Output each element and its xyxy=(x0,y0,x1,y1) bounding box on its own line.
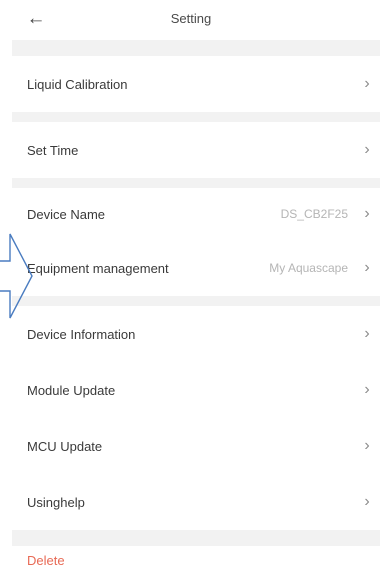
liquid-calibration-row[interactable]: Liquid Calibration › xyxy=(12,56,382,112)
mcu-update-row[interactable]: MCU Update › xyxy=(12,418,382,474)
chevron-right-icon: › xyxy=(364,205,370,222)
chevron-right-icon: › xyxy=(364,493,370,510)
chevron-right-icon: › xyxy=(364,381,370,398)
liquid-calibration-label: Liquid Calibration xyxy=(27,76,128,92)
device-name-row[interactable]: Device Name DS_CB2F25 › xyxy=(12,188,382,240)
chevron-right-icon: › xyxy=(364,259,370,276)
section-divider xyxy=(12,178,380,188)
module-update-row[interactable]: Module Update › xyxy=(12,362,382,418)
section-divider xyxy=(12,530,380,546)
annotation-arrow-icon xyxy=(0,233,33,319)
device-information-row[interactable]: Device Information › xyxy=(12,306,382,362)
set-time-label: Set Time xyxy=(27,142,79,158)
chevron-right-icon: › xyxy=(364,437,370,454)
section-divider xyxy=(12,296,380,306)
module-update-label: Module Update xyxy=(27,382,116,398)
chevron-right-icon: › xyxy=(364,75,370,92)
page-title: Setting xyxy=(170,11,212,26)
set-time-row[interactable]: Set Time › xyxy=(12,122,382,178)
header: ← Setting xyxy=(0,0,382,40)
chevron-right-icon: › xyxy=(364,141,370,158)
mcu-update-label: MCU Update xyxy=(27,438,103,454)
section-divider xyxy=(12,40,380,56)
delete-label: Delete xyxy=(27,553,65,568)
delete-button[interactable]: Delete xyxy=(12,546,382,576)
device-name-value: DS_CB2F25 xyxy=(280,207,348,221)
equipment-management-value: My Aquascape xyxy=(269,261,348,275)
equipment-management-label: Equipment management xyxy=(27,260,169,276)
device-information-label: Device Information xyxy=(27,326,136,342)
usinghelp-row[interactable]: Usinghelp › xyxy=(12,474,382,530)
equipment-management-row[interactable]: Equipment management My Aquascape › xyxy=(12,240,382,296)
section-divider xyxy=(12,112,380,122)
chevron-right-icon: › xyxy=(364,325,370,342)
device-name-label: Device Name xyxy=(27,206,106,222)
usinghelp-label: Usinghelp xyxy=(27,494,85,510)
